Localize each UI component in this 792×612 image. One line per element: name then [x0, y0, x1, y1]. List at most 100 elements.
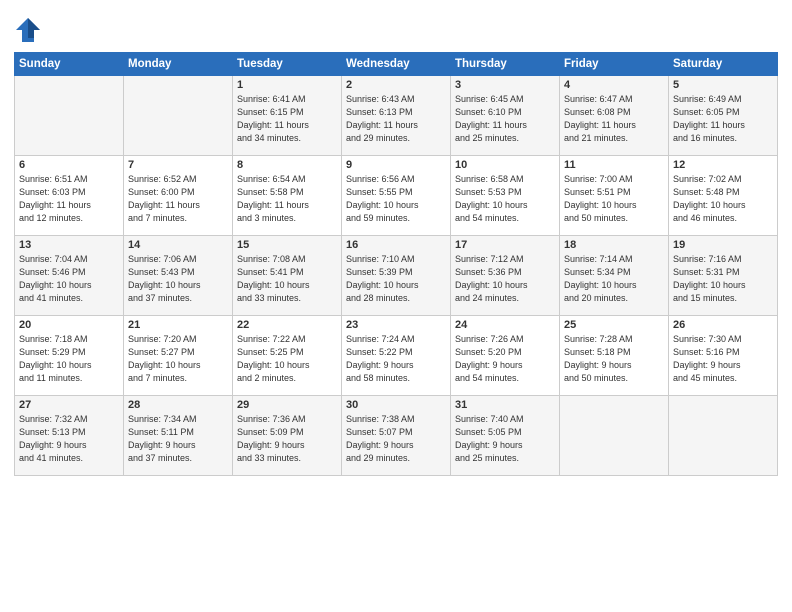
- day-info: Sunrise: 6:54 AMSunset: 5:58 PMDaylight:…: [237, 173, 337, 225]
- calendar-cell: 16 Sunrise: 7:10 AMSunset: 5:39 PMDayligh…: [342, 236, 451, 316]
- day-number: 8: [237, 159, 337, 171]
- day-number: 28: [128, 399, 228, 411]
- week-row-3: 13Sunrise: 7:04 AMSunset: 5:46 PMDayligh…: [15, 236, 778, 316]
- day-number: 21: [128, 319, 228, 331]
- day-number: 12: [673, 159, 773, 171]
- calendar-cell: 18 Sunrise: 7:14 AMSunset: 5:34 PMDayligh…: [560, 236, 669, 316]
- calendar-table: SundayMondayTuesdayWednesdayThursdayFrid…: [14, 52, 778, 476]
- calendar-cell: 27 Sunrise: 7:32 AMSunset: 5:13 PMDayligh…: [15, 396, 124, 476]
- week-row-5: 27 Sunrise: 7:32 AMSunset: 5:13 PMDayligh…: [15, 396, 778, 476]
- day-info: Sunrise: 7:18 AMSunset: 5:29 PMDaylight:…: [19, 333, 119, 385]
- calendar-cell: 21Sunrise: 7:20 AMSunset: 5:27 PMDayligh…: [124, 316, 233, 396]
- calendar-cell: 29 Sunrise: 7:36 AMSunset: 5:09 PMDayligh…: [233, 396, 342, 476]
- day-number: 1: [237, 79, 337, 91]
- day-info: Sunrise: 7:00 AMSunset: 5:51 PMDaylight:…: [564, 173, 664, 225]
- day-info: Sunrise: 6:51 AMSunset: 6:03 PMDaylight:…: [19, 173, 119, 225]
- day-number: 26: [673, 319, 773, 331]
- week-row-1: 1 Sunrise: 6:41 AMSunset: 6:15 PMDaylight…: [15, 76, 778, 156]
- header-row: SundayMondayTuesdayWednesdayThursdayFrid…: [15, 53, 778, 76]
- col-header-tuesday: Tuesday: [233, 53, 342, 76]
- col-header-thursday: Thursday: [451, 53, 560, 76]
- col-header-monday: Monday: [124, 53, 233, 76]
- day-number: 13: [19, 239, 119, 251]
- calendar-cell: 4 Sunrise: 6:47 AMSunset: 6:08 PMDaylight…: [560, 76, 669, 156]
- day-number: 9: [346, 159, 446, 171]
- day-number: 16: [346, 239, 446, 251]
- calendar-cell: [124, 76, 233, 156]
- day-info: Sunrise: 7:06 AMSunset: 5:43 PMDaylight:…: [128, 253, 228, 305]
- calendar-cell: 6 Sunrise: 6:51 AMSunset: 6:03 PMDaylight…: [15, 156, 124, 236]
- calendar-cell: 3 Sunrise: 6:45 AMSunset: 6:10 PMDaylight…: [451, 76, 560, 156]
- calendar-cell: [15, 76, 124, 156]
- day-number: 25: [564, 319, 664, 331]
- logo: [14, 14, 44, 44]
- day-info: Sunrise: 7:14 AMSunset: 5:34 PMDaylight:…: [564, 253, 664, 305]
- day-info: Sunrise: 6:45 AMSunset: 6:10 PMDaylight:…: [455, 93, 555, 145]
- calendar-cell: [669, 396, 778, 476]
- calendar-cell: 12 Sunrise: 7:02 AMSunset: 5:48 PMDayligh…: [669, 156, 778, 236]
- day-info: Sunrise: 6:43 AMSunset: 6:13 PMDaylight:…: [346, 93, 446, 145]
- day-info: Sunrise: 7:22 AMSunset: 5:25 PMDaylight:…: [237, 333, 337, 385]
- calendar-cell: 22 Sunrise: 7:22 AMSunset: 5:25 PMDayligh…: [233, 316, 342, 396]
- calendar-cell: 10Sunrise: 6:58 AMSunset: 5:53 PMDayligh…: [451, 156, 560, 236]
- logo-icon: [14, 16, 42, 44]
- day-number: 27: [19, 399, 119, 411]
- day-info: Sunrise: 6:52 AMSunset: 6:00 PMDaylight:…: [128, 173, 228, 225]
- day-info: Sunrise: 7:24 AMSunset: 5:22 PMDaylight:…: [346, 333, 446, 385]
- day-info: Sunrise: 7:26 AMSunset: 5:20 PMDaylight:…: [455, 333, 555, 385]
- day-info: Sunrise: 6:47 AMSunset: 6:08 PMDaylight:…: [564, 93, 664, 145]
- col-header-friday: Friday: [560, 53, 669, 76]
- day-number: 20: [19, 319, 119, 331]
- calendar-cell: 9 Sunrise: 6:56 AMSunset: 5:55 PMDaylight…: [342, 156, 451, 236]
- day-info: Sunrise: 7:32 AMSunset: 5:13 PMDaylight:…: [19, 413, 119, 465]
- day-number: 2: [346, 79, 446, 91]
- calendar-cell: 28 Sunrise: 7:34 AMSunset: 5:11 PMDayligh…: [124, 396, 233, 476]
- calendar-cell: 25 Sunrise: 7:28 AMSunset: 5:18 PMDayligh…: [560, 316, 669, 396]
- week-row-2: 6 Sunrise: 6:51 AMSunset: 6:03 PMDaylight…: [15, 156, 778, 236]
- day-number: 18: [564, 239, 664, 251]
- day-number: 17: [455, 239, 555, 251]
- day-number: 24: [455, 319, 555, 331]
- day-number: 5: [673, 79, 773, 91]
- calendar-cell: 31Sunrise: 7:40 AMSunset: 5:05 PMDayligh…: [451, 396, 560, 476]
- day-info: Sunrise: 6:49 AMSunset: 6:05 PMDaylight:…: [673, 93, 773, 145]
- day-number: 30: [346, 399, 446, 411]
- week-row-4: 20 Sunrise: 7:18 AMSunset: 5:29 PMDayligh…: [15, 316, 778, 396]
- day-number: 6: [19, 159, 119, 171]
- day-number: 23: [346, 319, 446, 331]
- calendar-cell: 11Sunrise: 7:00 AMSunset: 5:51 PMDayligh…: [560, 156, 669, 236]
- day-info: Sunrise: 7:16 AMSunset: 5:31 PMDaylight:…: [673, 253, 773, 305]
- day-number: 22: [237, 319, 337, 331]
- day-info: Sunrise: 7:34 AMSunset: 5:11 PMDaylight:…: [128, 413, 228, 465]
- calendar-cell: 19 Sunrise: 7:16 AMSunset: 5:31 PMDayligh…: [669, 236, 778, 316]
- col-header-sunday: Sunday: [15, 53, 124, 76]
- day-info: Sunrise: 6:58 AMSunset: 5:53 PMDaylight:…: [455, 173, 555, 225]
- day-number: 3: [455, 79, 555, 91]
- calendar-cell: 13Sunrise: 7:04 AMSunset: 5:46 PMDayligh…: [15, 236, 124, 316]
- day-info: Sunrise: 7:02 AMSunset: 5:48 PMDaylight:…: [673, 173, 773, 225]
- day-info: Sunrise: 7:36 AMSunset: 5:09 PMDaylight:…: [237, 413, 337, 465]
- calendar-cell: 1 Sunrise: 6:41 AMSunset: 6:15 PMDaylight…: [233, 76, 342, 156]
- col-header-wednesday: Wednesday: [342, 53, 451, 76]
- day-number: 31: [455, 399, 555, 411]
- calendar-cell: 8 Sunrise: 6:54 AMSunset: 5:58 PMDaylight…: [233, 156, 342, 236]
- day-info: Sunrise: 6:56 AMSunset: 5:55 PMDaylight:…: [346, 173, 446, 225]
- calendar-cell: 23 Sunrise: 7:24 AMSunset: 5:22 PMDayligh…: [342, 316, 451, 396]
- day-info: Sunrise: 6:41 AMSunset: 6:15 PMDaylight:…: [237, 93, 337, 145]
- calendar-cell: 26 Sunrise: 7:30 AMSunset: 5:16 PMDayligh…: [669, 316, 778, 396]
- calendar-cell: 5 Sunrise: 6:49 AMSunset: 6:05 PMDaylight…: [669, 76, 778, 156]
- day-info: Sunrise: 7:10 AMSunset: 5:39 PMDaylight:…: [346, 253, 446, 305]
- day-info: Sunrise: 7:30 AMSunset: 5:16 PMDaylight:…: [673, 333, 773, 385]
- day-number: 14: [128, 239, 228, 251]
- day-number: 19: [673, 239, 773, 251]
- calendar-cell: 24 Sunrise: 7:26 AMSunset: 5:20 PMDayligh…: [451, 316, 560, 396]
- day-info: Sunrise: 7:12 AMSunset: 5:36 PMDaylight:…: [455, 253, 555, 305]
- day-number: 7: [128, 159, 228, 171]
- day-number: 29: [237, 399, 337, 411]
- calendar-cell: 7 Sunrise: 6:52 AMSunset: 6:00 PMDaylight…: [124, 156, 233, 236]
- calendar-cell: [560, 396, 669, 476]
- day-info: Sunrise: 7:08 AMSunset: 5:41 PMDaylight:…: [237, 253, 337, 305]
- day-number: 4: [564, 79, 664, 91]
- page-container: SundayMondayTuesdayWednesdayThursdayFrid…: [0, 0, 792, 484]
- day-info: Sunrise: 7:28 AMSunset: 5:18 PMDaylight:…: [564, 333, 664, 385]
